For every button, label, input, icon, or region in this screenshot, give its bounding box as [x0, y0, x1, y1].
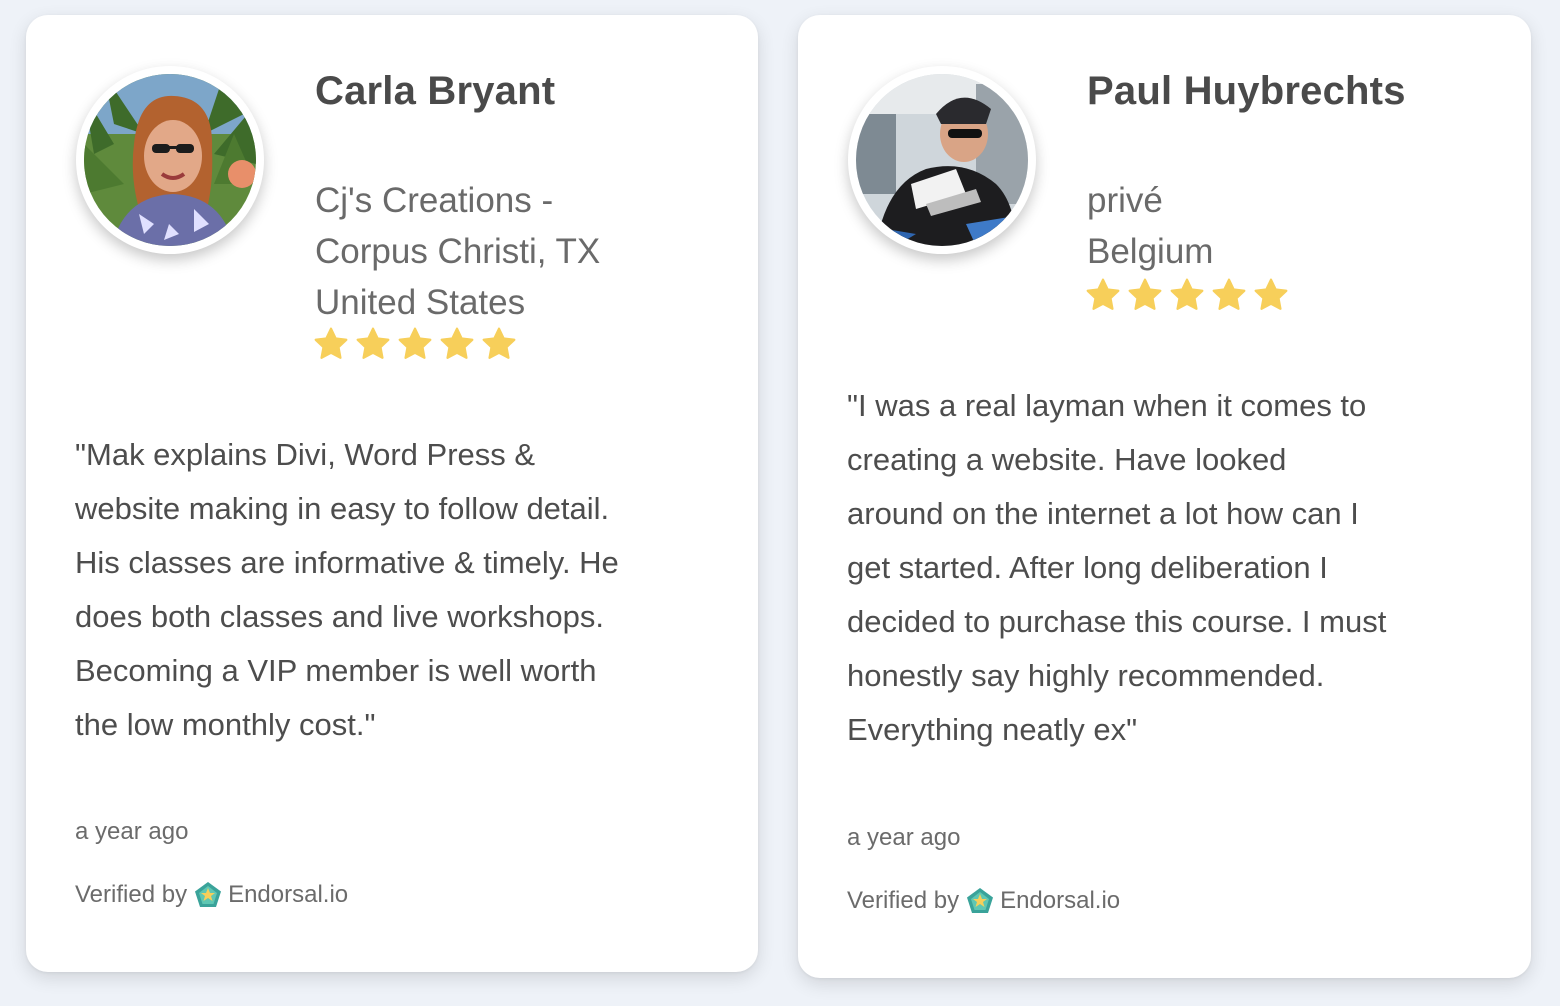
reviewer-name: Carla Bryant	[315, 69, 556, 113]
star-icon	[398, 327, 432, 359]
star-icon	[1170, 278, 1204, 310]
avatar	[848, 66, 1036, 254]
company-line: Cj's Creations -	[315, 181, 554, 220]
verified-label: Verified by	[847, 887, 960, 914]
company-line: Belgium	[1087, 232, 1214, 271]
review-line: get started. After long deliberation I	[847, 550, 1328, 585]
avatar-photo	[84, 74, 256, 246]
star-icon	[440, 327, 474, 359]
reviewer-name: Paul Huybrechts	[1087, 69, 1406, 113]
review-line: "I was a real layman when it comes to	[847, 388, 1367, 423]
star-rating	[1085, 277, 1289, 313]
verified-brand-link[interactable]: Endorsal.io	[228, 881, 348, 909]
endorsal-logo-icon	[967, 888, 994, 913]
company-line: privé	[1087, 181, 1163, 220]
review-line: Becoming a VIP member is well worth	[75, 653, 597, 688]
review-line: does both classes and live workshops.	[75, 599, 605, 634]
reviewer-company: Cj's Creations - Corpus Christi, TX Unit…	[315, 175, 715, 328]
star-rating	[313, 326, 517, 362]
star-icon	[1128, 278, 1162, 310]
review-line: around on the internet a lot how can I	[847, 496, 1359, 531]
company-line: United States	[315, 283, 526, 322]
review-line: His classes are informative & timely. He	[75, 545, 619, 580]
verified-by[interactable]: Verified by Endorsal.io	[847, 887, 1120, 915]
star-icon	[356, 327, 390, 359]
review-line: decided to purchase this course. I must	[847, 604, 1387, 639]
star-icon	[482, 327, 516, 359]
review-line: website making in easy to follow detail.	[75, 491, 610, 526]
review-timestamp: a year ago	[75, 818, 189, 845]
review-text: "I was a real layman when it comes to cr…	[847, 379, 1497, 757]
review-line: the low monthly cost."	[75, 707, 376, 742]
star-icon	[1086, 278, 1120, 310]
company-line: Corpus Christi, TX	[315, 232, 601, 271]
review-timestamp: a year ago	[847, 824, 961, 851]
star-icon	[314, 327, 348, 359]
reviewer-company: privé Belgium	[1087, 175, 1487, 277]
avatar-photo	[856, 74, 1028, 246]
review-line: honestly say highly recommended.	[847, 658, 1325, 693]
review-line: creating a website. Have looked	[847, 442, 1287, 477]
review-text: "Mak explains Divi, Word Press & website…	[75, 428, 735, 752]
review-line: "Mak explains Divi, Word Press &	[75, 437, 536, 472]
star-icon	[1254, 278, 1288, 310]
verified-label: Verified by	[75, 881, 188, 908]
review-line: Everything neatly ex"	[847, 712, 1138, 747]
verified-by[interactable]: Verified by Endorsal.io	[75, 881, 348, 909]
testimonial-card: Paul Huybrechts privé Belgium "I was a r…	[798, 15, 1531, 978]
verified-brand-link[interactable]: Endorsal.io	[1000, 887, 1120, 915]
endorsal-logo-icon	[195, 882, 222, 907]
testimonial-card: Carla Bryant Cj's Creations - Corpus Chr…	[26, 15, 758, 972]
avatar	[76, 66, 264, 254]
star-icon	[1212, 278, 1246, 310]
